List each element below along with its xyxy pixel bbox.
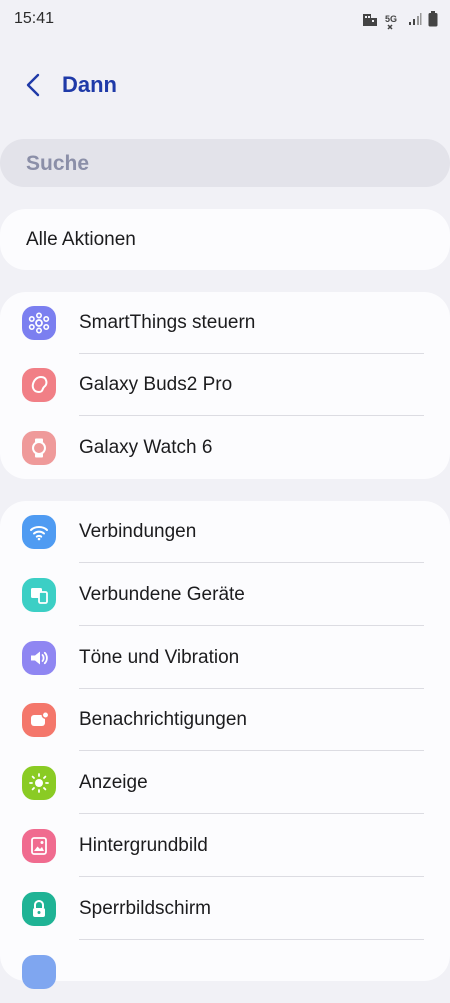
list-item-label: Hintergrundbild	[79, 835, 208, 856]
battery-icon	[428, 11, 438, 32]
list-item-galaxy-buds[interactable]: Galaxy Buds2 Pro	[0, 354, 450, 416]
chevron-left-icon	[26, 73, 40, 97]
search-placeholder: Suche	[26, 152, 90, 175]
list-item-label: Galaxy Watch 6	[79, 437, 213, 458]
list-item-label: SmartThings steuern	[79, 312, 256, 333]
status-bar: 15:41 5G	[0, 0, 450, 40]
smartthings-icon	[22, 306, 56, 340]
wifi-icon	[22, 515, 56, 549]
list-item-label: Benachrichtigungen	[79, 709, 247, 730]
galaxy-watch-icon	[22, 431, 56, 465]
lock-icon	[22, 892, 56, 926]
list-item-label: Töne und Vibration	[79, 647, 240, 668]
list-item-label: Verbundene Geräte	[79, 584, 245, 605]
list-item-verbindungen[interactable]: Verbindungen	[0, 501, 450, 563]
list-item-hintergrundbild[interactable]: Hintergrundbild	[0, 815, 450, 877]
back-button[interactable]	[16, 68, 50, 102]
brightness-icon	[22, 766, 56, 800]
divider	[79, 939, 424, 940]
settings-card: Verbindungen Verbundene Geräte Töne und …	[0, 501, 450, 989]
status-icons: 5G	[362, 11, 438, 32]
list-item-anzeige[interactable]: Anzeige	[0, 752, 450, 814]
list-item-partial[interactable]	[0, 941, 450, 1003]
all-actions-label: Alle Aktionen	[26, 229, 136, 250]
list-item-benachrichtigungen[interactable]: Benachrichtigungen	[0, 689, 450, 751]
all-actions-item[interactable]: Alle Aktionen	[0, 209, 450, 271]
partial-item-icon	[22, 955, 56, 989]
divider	[79, 813, 424, 814]
all-actions-card: Alle Aktionen	[0, 209, 450, 270]
devices-card: SmartThings steuern Galaxy Buds2 Pro Gal…	[0, 292, 450, 479]
connected-devices-icon	[22, 578, 56, 612]
list-item-label: Anzeige	[79, 772, 148, 793]
speaker-icon	[22, 641, 56, 675]
list-item-label: Verbindungen	[79, 521, 197, 542]
signal-icon	[408, 12, 422, 31]
page-title: Dann	[62, 72, 117, 97]
list-item-toene-vibration[interactable]: Töne und Vibration	[0, 627, 450, 689]
list-item-galaxy-watch[interactable]: Galaxy Watch 6	[0, 417, 450, 479]
divider	[79, 625, 424, 626]
list-item-smartthings[interactable]: SmartThings steuern	[0, 292, 450, 354]
wallpaper-icon	[22, 829, 56, 863]
divider	[79, 876, 424, 877]
search-input[interactable]: Suche	[0, 139, 450, 187]
notification-icon	[22, 703, 56, 737]
app-bar: Dann	[0, 58, 450, 110]
divider	[79, 415, 424, 416]
list-item-verbundene-geraete[interactable]: Verbundene Geräte	[0, 564, 450, 626]
divider	[79, 750, 424, 751]
list-item-label: Sperrbildschirm	[79, 898, 211, 919]
galaxy-buds-icon	[22, 368, 56, 402]
list-item-sperrbildschirm[interactable]: Sperrbildschirm	[0, 878, 450, 940]
network-5g-icon: 5G	[384, 14, 402, 30]
home-network-icon	[362, 11, 378, 32]
divider	[79, 562, 424, 563]
list-item-label: Galaxy Buds2 Pro	[79, 374, 233, 395]
status-time: 15:41	[14, 10, 55, 27]
